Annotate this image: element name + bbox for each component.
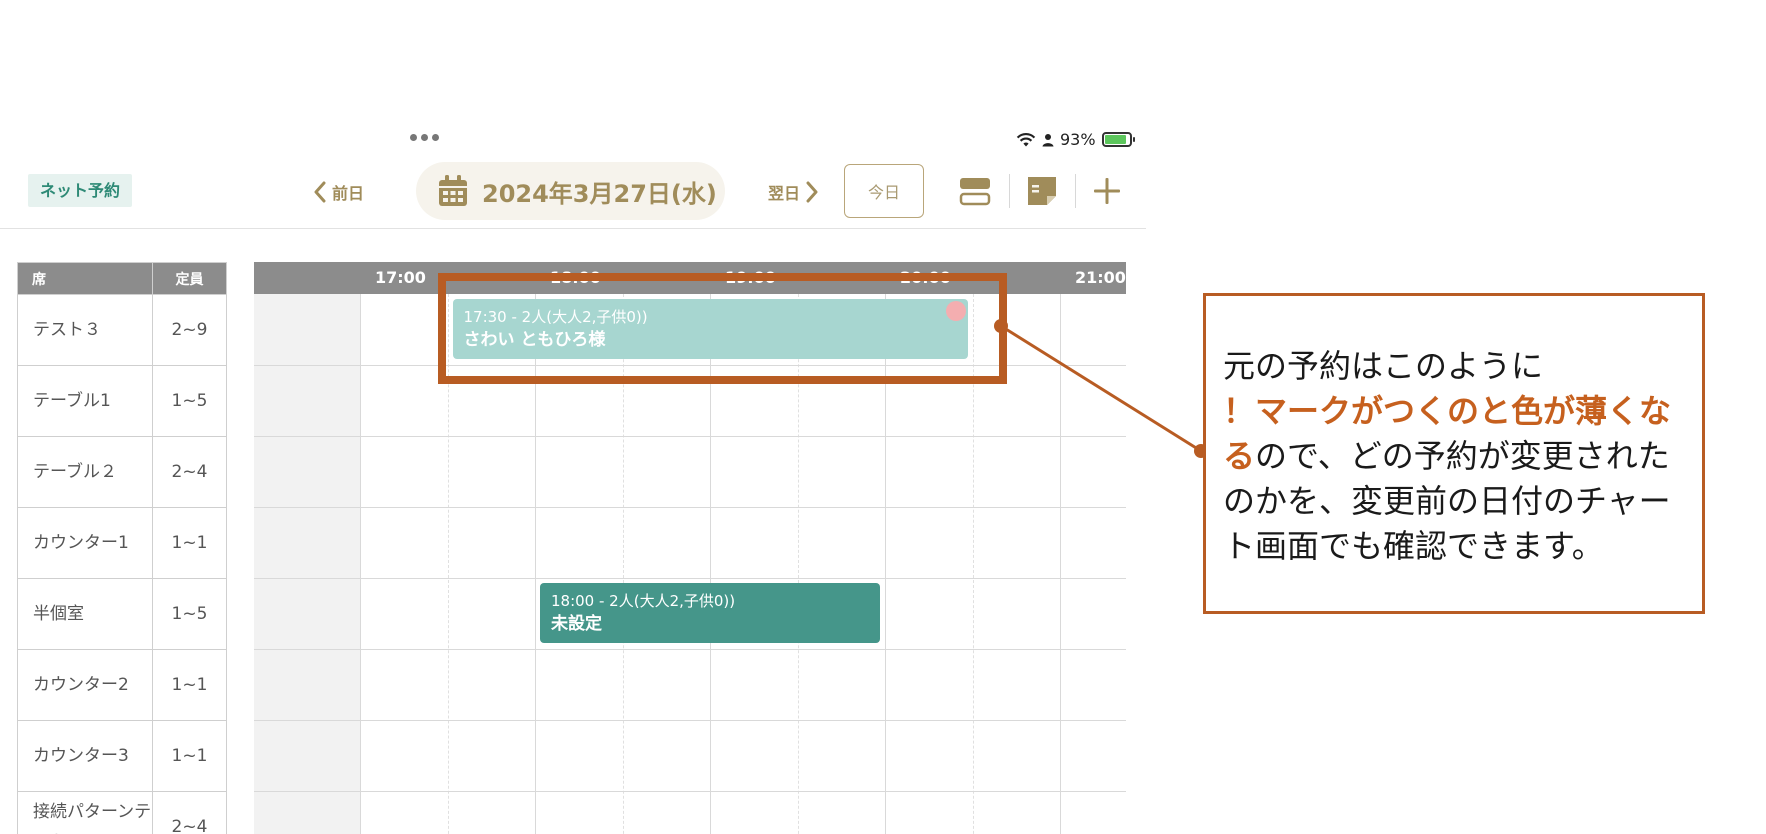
seat-name: カウンター1 xyxy=(17,507,153,579)
seat-capacity: 2~9 xyxy=(152,294,227,366)
hour-label: 17:00 xyxy=(375,268,426,287)
status-bar: 93% xyxy=(1016,130,1135,149)
table-row[interactable]: 半個室 1~5 xyxy=(17,578,227,650)
row-gridline xyxy=(254,507,1126,508)
row-gridline xyxy=(254,436,1126,437)
seat-name: テーブル２ xyxy=(17,436,153,508)
current-date: 2024年3月27日(水) xyxy=(482,179,717,208)
row-gridline xyxy=(254,791,1126,792)
callout-text-rest: ので、どの予約が変更されたのかを、変更前の日付のチャート画面でも確認できます。 xyxy=(1223,437,1671,565)
next-day-button[interactable]: 翌日 xyxy=(768,176,818,208)
table-row[interactable]: テーブル1 1~5 xyxy=(17,365,227,437)
hour-label: 21:00 xyxy=(1075,268,1126,287)
highlight-frame xyxy=(438,273,1007,384)
prev-day-button[interactable]: 前日 xyxy=(314,176,364,208)
toolbar-divider xyxy=(1009,174,1010,208)
prev-day-label: 前日 xyxy=(332,184,365,203)
seat-name: テーブル1 xyxy=(17,365,153,437)
net-reservation-badge[interactable]: ネット予約 xyxy=(28,174,133,207)
calendar-icon xyxy=(439,175,467,206)
battery-icon xyxy=(1101,132,1135,147)
row-gridline xyxy=(254,578,1126,579)
seat-name: カウンター3 xyxy=(17,720,153,792)
table-row[interactable]: 接続パターンテスト2~4 xyxy=(17,791,227,834)
seat-capacity: 1~5 xyxy=(152,365,227,437)
add-icon[interactable] xyxy=(1090,174,1124,208)
seat-name: 接続パターンテスト xyxy=(17,791,153,834)
row-gridline xyxy=(254,649,1126,650)
reservation-block[interactable]: 18:00 - 2人(大人2,子供0)) 未設定 xyxy=(540,583,880,643)
toolbar-divider xyxy=(1075,174,1076,208)
memo-icon[interactable] xyxy=(1025,174,1059,208)
seat-name: カウンター2 xyxy=(17,649,153,721)
seat-name: テスト３ xyxy=(17,294,153,366)
seat-table: 席 定員 テスト３ 2~9 テーブル1 1~5 テーブル２ 2~4 カウンター1 1~1… xyxy=(17,262,227,834)
table-row[interactable]: カウンター3 1~1 xyxy=(17,720,227,792)
reservation-guest-name: 未設定 xyxy=(551,614,602,634)
seat-capacity: 1~1 xyxy=(152,720,227,792)
today-button[interactable]: 今日 xyxy=(844,164,924,218)
reservation-detail: 18:00 - 2人(大人2,子供0)) xyxy=(551,592,736,610)
battery-percent: 93% xyxy=(1060,130,1096,149)
date-picker-button[interactable]: 2024年3月27日(水) xyxy=(416,162,725,220)
hour-gridline xyxy=(1060,294,1061,834)
seat-capacity: 1~1 xyxy=(152,649,227,721)
header-divider xyxy=(0,228,1146,229)
capacity-column-header: 定員 xyxy=(152,262,227,295)
callout-text: 元の予約はこのように xyxy=(1223,347,1544,385)
multitask-dots[interactable] xyxy=(410,134,439,141)
table-row[interactable]: カウンター2 1~1 xyxy=(17,649,227,721)
wifi-icon xyxy=(1016,132,1036,146)
seat-capacity: 2~4 xyxy=(152,791,227,834)
seat-capacity: 2~4 xyxy=(152,436,227,508)
seat-name: 半個室 xyxy=(17,578,153,650)
timeline-closed-area xyxy=(254,294,360,834)
person-icon xyxy=(1042,133,1054,146)
chevron-right-icon xyxy=(806,181,818,203)
table-row[interactable]: カウンター1 1~1 xyxy=(17,507,227,579)
seat-capacity: 1~1 xyxy=(152,507,227,579)
callout-box: 元の予約はこのように ！マークがつくのと色が薄くなるので、どの予約が変更されたのか… xyxy=(1203,293,1705,614)
seat-capacity: 1~5 xyxy=(152,578,227,650)
seat-column-header: 席 xyxy=(17,262,153,295)
table-row[interactable]: テスト３ 2~9 xyxy=(17,294,227,366)
table-row[interactable]: テーブル２ 2~4 xyxy=(17,436,227,508)
next-day-label: 翌日 xyxy=(768,184,801,203)
hour-gridline xyxy=(360,294,361,834)
row-gridline xyxy=(254,720,1126,721)
layout-toggle-icon[interactable] xyxy=(958,174,992,208)
chevron-left-icon xyxy=(314,181,326,203)
